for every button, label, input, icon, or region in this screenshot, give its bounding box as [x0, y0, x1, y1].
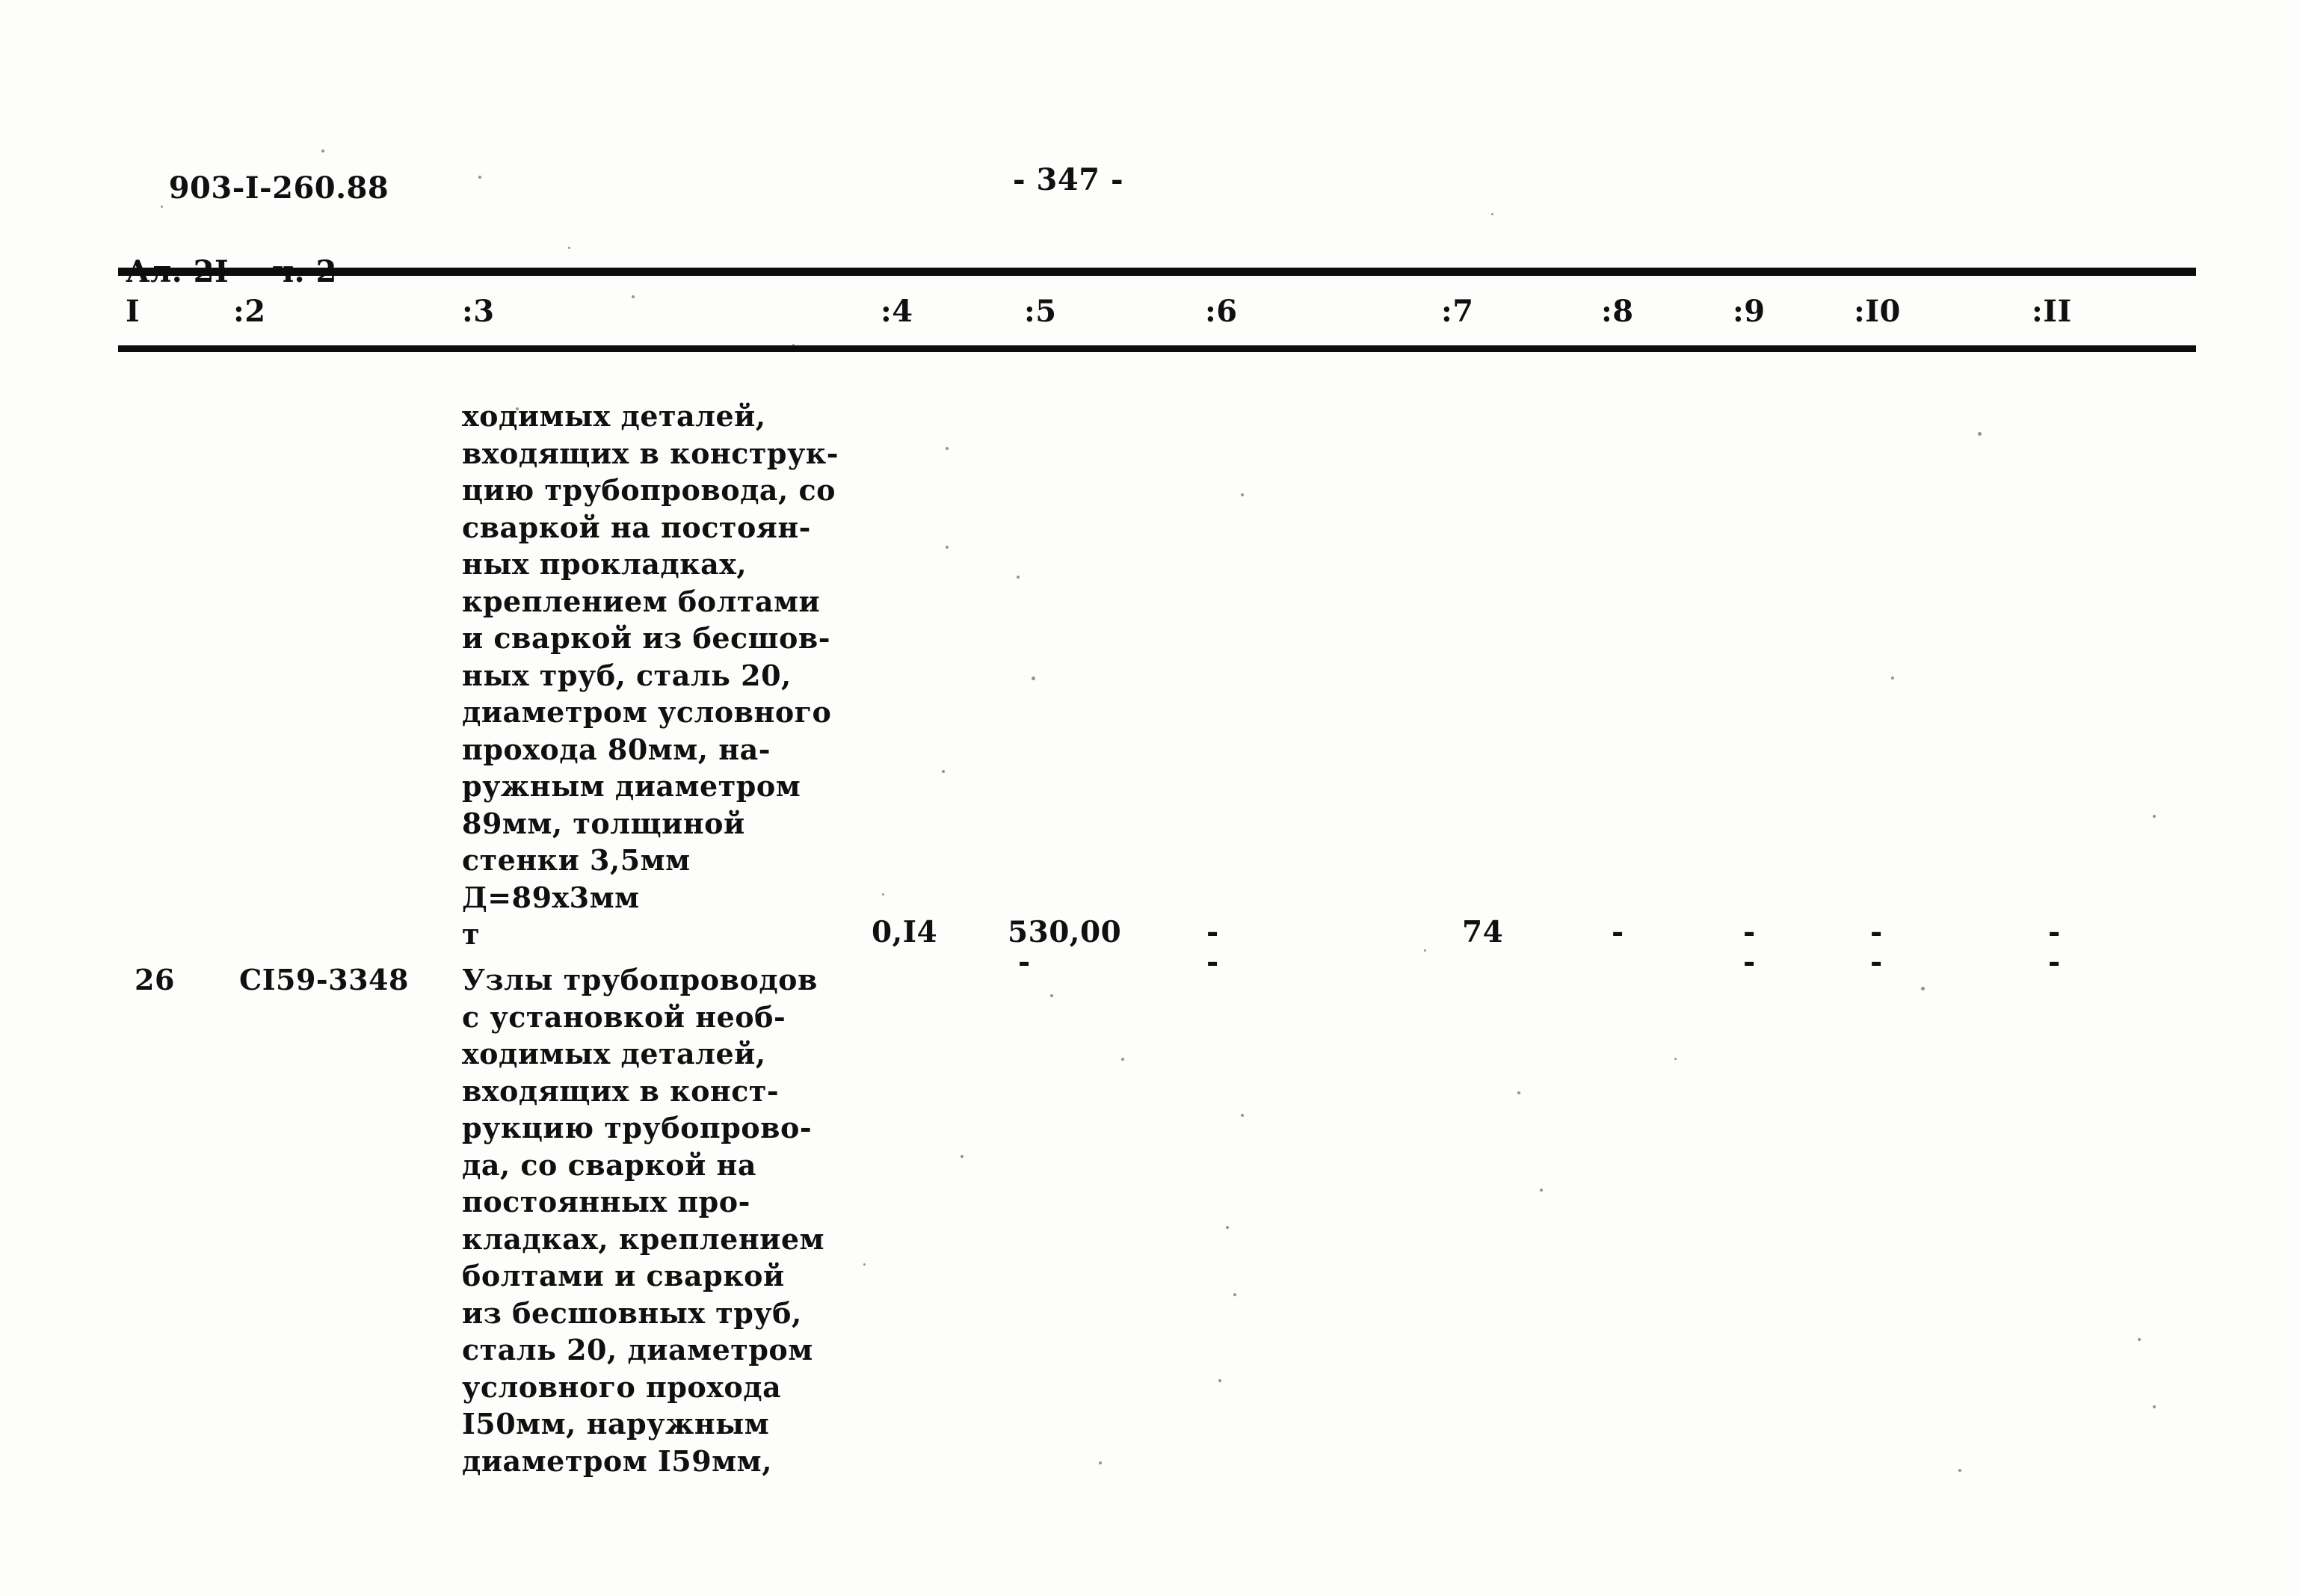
- column-header-6: :6: [1205, 294, 1238, 329]
- table-rule-top: [118, 268, 2196, 276]
- scan-speck: [568, 247, 570, 249]
- column-header-2: :2: [233, 294, 266, 329]
- column-header-1: I: [126, 294, 141, 329]
- scan-speck: [961, 1155, 964, 1158]
- scan-speck: [516, 407, 519, 410]
- scan-speck: [946, 546, 949, 549]
- table-column-headers: I :2 :3 :4 :5 :6 :7 :8 :9 :I0 :II: [0, 293, 2300, 339]
- scan-speck: [1241, 1114, 1244, 1117]
- scan-speck: [942, 770, 945, 773]
- scan-speck: [1017, 576, 1020, 579]
- scan-speck: [1218, 1379, 1221, 1382]
- scan-speck: [2138, 1338, 2141, 1341]
- scan-speck: [161, 206, 163, 208]
- scan-speck: [1032, 677, 1035, 680]
- column-header-9: :9: [1733, 294, 1766, 329]
- column-header-11: :II: [2032, 294, 2072, 329]
- scan-speck: [1517, 1091, 1520, 1094]
- scan-speck: [1491, 213, 1493, 215]
- column-header-10: :I0: [1854, 294, 1901, 329]
- scan-speck: [1674, 1058, 1677, 1060]
- column-header-5: :5: [1024, 294, 1057, 329]
- table-row: ходимых деталей, входящих в конструк- ци…: [0, 351, 2300, 979]
- document-page: 903-I-260.88 Ал. 2I ч. 2 - 347 - I:2:3:4…: [0, 0, 2300, 1596]
- row-number: 26: [135, 963, 175, 996]
- column-header-4: :4: [881, 294, 913, 329]
- scan-speck: [1424, 949, 1426, 952]
- scan-speck: [863, 1263, 866, 1266]
- table-body: ходимых деталей, входящих в конструк- ци…: [0, 351, 2300, 1478]
- doc-code: 903-I-260.88: [168, 170, 389, 206]
- page-number: - 347 -: [1013, 162, 1124, 197]
- scan-speck: [1241, 493, 1244, 496]
- scan-speck: [1921, 987, 1925, 990]
- row-description: ходимых деталей, входящих в конструк- ци…: [462, 399, 839, 951]
- scan-speck: [882, 893, 884, 896]
- column-header-7: :7: [1441, 294, 1474, 329]
- scan-speck: [478, 176, 481, 179]
- scan-speck: [632, 295, 635, 298]
- scan-speck: [792, 344, 795, 346]
- column-header-3: :3: [462, 294, 495, 329]
- scan-speck: [1978, 432, 1982, 436]
- scan-speck: [321, 150, 324, 152]
- scan-speck: [1050, 994, 1053, 997]
- scan-speck: [2153, 815, 2156, 818]
- scan-speck: [1891, 677, 1894, 680]
- row-description: Узлы трубопроводов с установкой необ- хо…: [462, 963, 825, 1478]
- scan-speck: [1099, 1461, 1102, 1464]
- scan-speck: [1121, 1058, 1124, 1061]
- scan-speck: [1958, 1469, 1961, 1472]
- scan-speck: [1540, 1189, 1543, 1192]
- table-row: 26 CI59-3348 Узлы трубопроводов с установк…: [0, 919, 2300, 1478]
- column-header-8: :8: [1601, 294, 1634, 329]
- scan-speck: [2153, 1405, 2156, 1408]
- scan-speck: [1226, 1226, 1229, 1229]
- row-item-code: CI59-3348: [239, 963, 409, 996]
- scan-speck: [1233, 1293, 1236, 1296]
- scan-speck: [946, 447, 949, 450]
